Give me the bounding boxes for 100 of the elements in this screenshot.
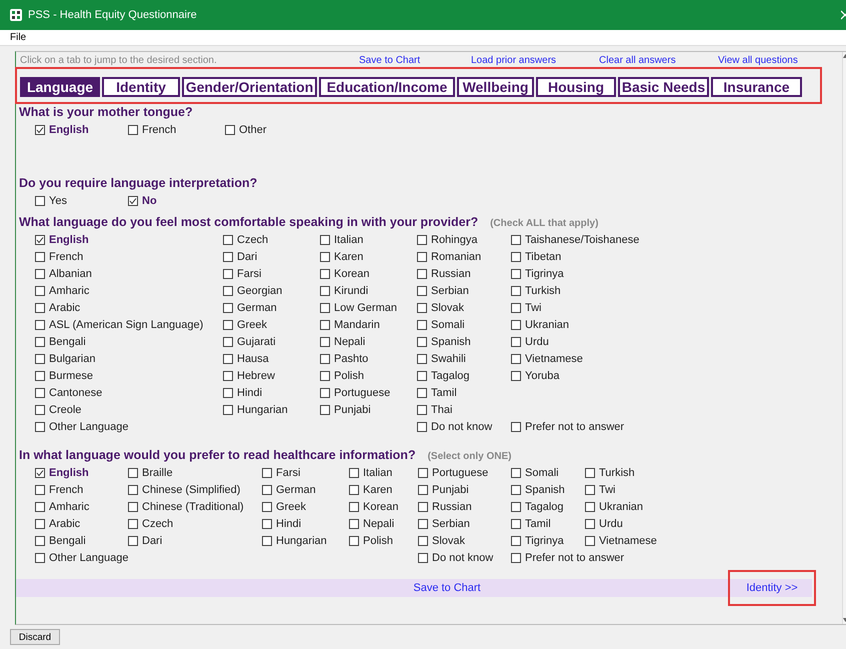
checkbox[interactable] (511, 354, 521, 364)
section-tab[interactable]: Education/Income (319, 77, 455, 97)
checkbox-option[interactable]: Urdu (585, 515, 623, 532)
checkbox[interactable] (349, 502, 359, 512)
checkbox-option[interactable]: Amharic (35, 282, 90, 299)
checkbox[interactable] (511, 252, 521, 262)
checkbox[interactable] (511, 484, 521, 494)
checkbox-option[interactable]: Other Language (35, 549, 129, 566)
checkbox[interactable] (418, 502, 428, 512)
checkbox[interactable] (418, 468, 428, 478)
checkbox[interactable] (35, 370, 45, 380)
checkbox-option[interactable]: Polish (320, 367, 364, 384)
checkbox-option[interactable]: Other (225, 121, 267, 138)
checkbox-option[interactable]: Spanish (417, 333, 471, 350)
checkbox[interactable] (223, 354, 233, 364)
checkbox-option[interactable]: Portuguese (320, 384, 390, 401)
checkbox[interactable] (223, 286, 233, 296)
checkbox-option[interactable]: Turkish (585, 464, 635, 481)
checkbox-option[interactable]: Italian (349, 464, 392, 481)
checkbox[interactable] (128, 502, 138, 512)
checkbox[interactable] (585, 518, 595, 528)
checkbox-option[interactable]: Russian (418, 498, 472, 515)
checkbox[interactable] (417, 286, 427, 296)
checkbox-option[interactable]: Turkish (511, 282, 561, 299)
checkbox-option[interactable]: Tagalog (417, 367, 470, 384)
checkbox[interactable] (511, 502, 521, 512)
checkbox[interactable] (320, 336, 330, 346)
checkbox-option[interactable]: Ukranian (511, 316, 570, 333)
checkbox-option[interactable]: Arabic (35, 515, 80, 532)
checkbox-option[interactable]: Nepali (349, 515, 394, 532)
checkbox-option[interactable]: Slovak (417, 299, 464, 316)
checkbox[interactable] (35, 320, 45, 330)
section-tab[interactable]: Housing (536, 77, 616, 97)
checkbox[interactable] (320, 404, 330, 414)
top-link[interactable]: Clear all answers (599, 54, 718, 66)
checkbox-option[interactable]: Italian (320, 231, 364, 248)
checkbox[interactable] (417, 320, 427, 330)
checkbox[interactable] (511, 268, 521, 278)
checkbox[interactable] (418, 484, 428, 494)
checkbox[interactable] (511, 536, 521, 546)
checkbox-option[interactable]: Twi (585, 481, 616, 498)
checkbox-option[interactable]: Dari (128, 532, 162, 549)
checkbox-option[interactable]: Czech (128, 515, 174, 532)
checkbox[interactable] (417, 268, 427, 278)
close-icon[interactable] (841, 10, 846, 20)
checkbox[interactable] (128, 484, 138, 494)
checkbox[interactable] (35, 502, 45, 512)
checkbox[interactable] (511, 552, 521, 562)
checkbox-option[interactable]: Yoruba (511, 367, 560, 384)
checkbox[interactable] (35, 124, 45, 134)
checkbox[interactable] (511, 370, 521, 380)
checkbox[interactable] (35, 302, 45, 312)
checkbox[interactable] (585, 536, 595, 546)
checkbox-option[interactable]: Bulgarian (35, 350, 96, 367)
checkbox-option[interactable]: Arabic (35, 299, 80, 316)
checkbox[interactable] (262, 468, 272, 478)
checkbox-option[interactable]: Nepali (320, 333, 366, 350)
checkbox-option[interactable]: Farsi (262, 464, 300, 481)
checkbox-option[interactable]: Mandarin (320, 316, 380, 333)
section-tab[interactable]: Gender/Orientation (182, 77, 317, 97)
checkbox[interactable] (585, 502, 595, 512)
checkbox-option[interactable]: Serbian (418, 515, 470, 532)
checkbox-option[interactable]: Albanian (35, 265, 92, 282)
checkbox-option[interactable]: Taishanese/Toishanese (511, 231, 640, 248)
checkbox[interactable] (585, 484, 595, 494)
checkbox-option[interactable]: German (262, 481, 316, 498)
checkbox[interactable] (223, 320, 233, 330)
checkbox-option[interactable]: Karen (349, 481, 392, 498)
section-tab[interactable]: Insurance (711, 77, 802, 97)
checkbox[interactable] (511, 302, 521, 312)
checkbox-option[interactable]: Polish (349, 532, 393, 549)
checkbox[interactable] (262, 502, 272, 512)
checkbox[interactable] (35, 336, 45, 346)
checkbox[interactable] (320, 286, 330, 296)
checkbox[interactable] (418, 518, 428, 528)
checkbox[interactable] (225, 124, 235, 134)
checkbox-option[interactable]: Slovak (418, 532, 466, 549)
checkbox[interactable] (223, 302, 233, 312)
checkbox[interactable] (417, 370, 427, 380)
section-tab[interactable]: Language (20, 77, 100, 97)
top-link[interactable]: Save to Chart (359, 54, 471, 66)
checkbox[interactable] (35, 536, 45, 546)
checkbox-option[interactable]: Amharic (35, 498, 90, 515)
checkbox[interactable] (128, 124, 138, 134)
section-tab[interactable]: Wellbeing (457, 77, 534, 97)
checkbox[interactable] (417, 354, 427, 364)
section-tab[interactable]: Identity (102, 77, 180, 97)
checkbox[interactable] (417, 234, 427, 244)
checkbox[interactable] (223, 234, 233, 244)
checkbox[interactable] (35, 388, 45, 398)
checkbox-option[interactable]: Vietnamese (511, 350, 583, 367)
checkbox-option[interactable]: Thai (417, 401, 452, 418)
checkbox[interactable] (511, 518, 521, 528)
checkbox-option[interactable]: Greek (262, 498, 306, 515)
checkbox-option[interactable]: Korean (349, 498, 398, 515)
checkbox[interactable] (35, 518, 45, 528)
section-tab[interactable]: Basic Needs (618, 77, 709, 97)
checkbox[interactable] (417, 422, 427, 432)
checkbox[interactable] (511, 234, 521, 244)
checkbox-option[interactable]: Tigrinya (511, 265, 564, 282)
